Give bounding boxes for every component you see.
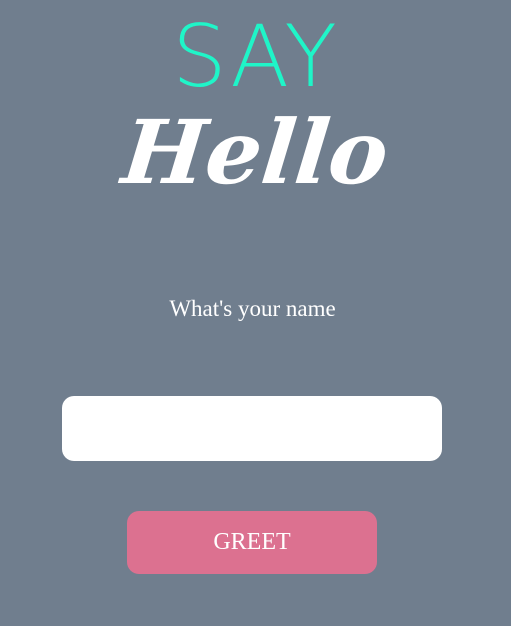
name-input[interactable]: [62, 396, 442, 461]
say-hello-logo: SAY Hello: [0, 0, 511, 240]
greet-button[interactable]: GREET: [127, 511, 377, 574]
name-prompt-label: What's your name: [169, 296, 336, 321]
logo-hello-text: Hello: [117, 100, 394, 204]
logo-say-text: SAY: [172, 7, 339, 107]
